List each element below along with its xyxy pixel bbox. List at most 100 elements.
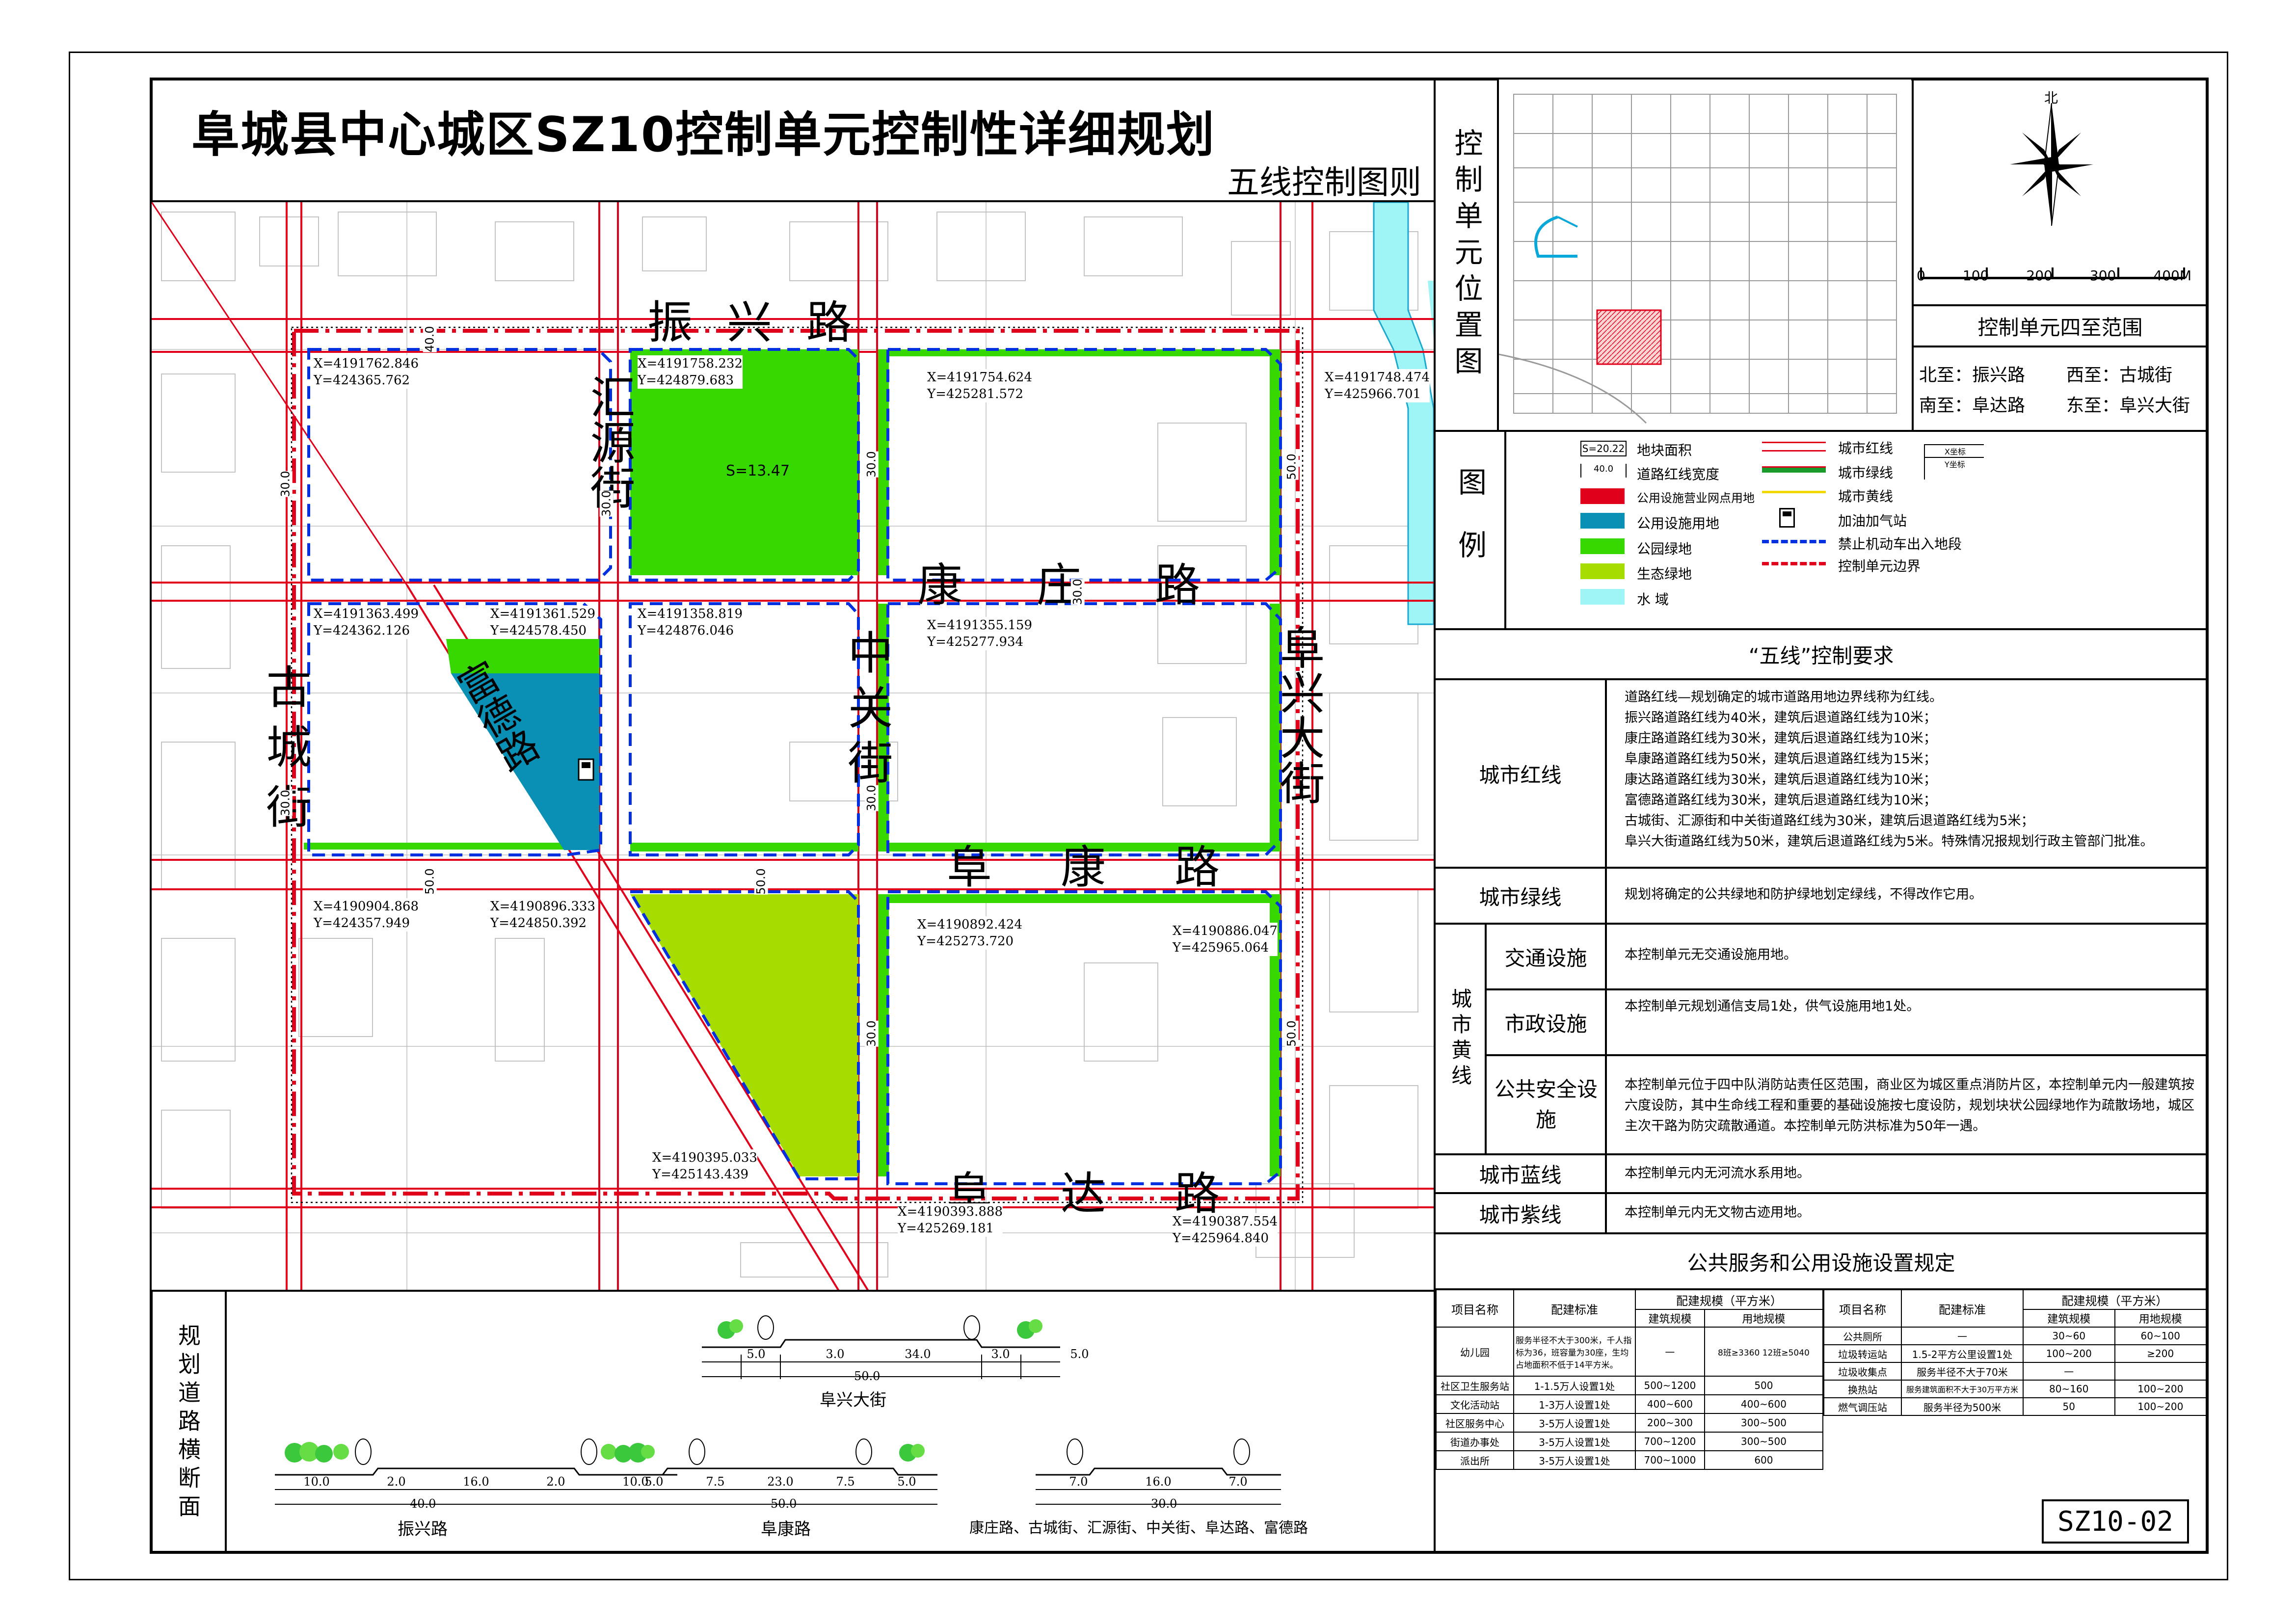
section-dims-fuxing: 5.0 3.0 34.0 3.0 5.0 [747, 1347, 1089, 1361]
coord-label: X=4190886.047 Y=425965.064 [1173, 923, 1278, 956]
table-header: 建筑规模 [2023, 1309, 2115, 1328]
coord-label: X=4191358.819 Y=424876.046 [638, 606, 743, 639]
table-row: 公共厕所 —30~60 60~100 [1823, 1327, 2207, 1345]
legend-swatch [1580, 589, 1625, 605]
table-header: 用地规模 [2114, 1309, 2207, 1328]
legend-label: 公园绿地 [1637, 541, 1692, 557]
table-row: 换热站 服务建筑面积不大于30万平方米 80~160 100~200 [1823, 1380, 2207, 1398]
legend-line [1762, 540, 1826, 543]
legend-label: 加油加气站 [1838, 513, 1907, 529]
drawing-number: SZ10-02 [2042, 1499, 2189, 1544]
coord-label: X=4190395.033 Y=425143.439 [652, 1149, 757, 1183]
table-header: 项目名称 [1823, 1289, 1902, 1328]
road-width-tag: 30.0 [1070, 579, 1085, 605]
coord-label: X=4191754.624 Y=425281.572 [927, 369, 1032, 402]
table-row: 社区服务中心 3-5万人设置1处 200~300 300~500 [1436, 1413, 1824, 1433]
road-width-tag: 50.0 [1284, 1020, 1299, 1047]
road-label-fuxing: 阜兴大街 [1272, 624, 1325, 805]
section-dims-zhenxing: 10.0 2.0 16.0 2.0 10.0 [303, 1475, 649, 1489]
legend-label: 公用设施营业网点用地 [1637, 491, 1755, 505]
planning-map: 振兴路 汇源街 康庄路 中关街 阜兴大街 古城街 阜康路 阜达路 富德路 S=1… [152, 202, 1434, 1291]
road-width-tag: 40.0 [423, 326, 437, 352]
table-header: 用地规模 [1704, 1309, 1824, 1328]
bound-east: 东至：阜兴大街 [2066, 396, 2190, 416]
gas-station-icon [578, 758, 594, 781]
divider [1912, 346, 2209, 347]
bound-south: 南至：阜达路 [1919, 396, 2026, 416]
legend-line [1762, 562, 1826, 565]
section-dims-others: 7.0 16.0 7.0 [1069, 1475, 1248, 1489]
section-name: 振兴路 [398, 1519, 448, 1539]
road-label-kangzhuang: 康庄路 [917, 559, 1274, 612]
legend-line [1762, 491, 1826, 493]
yellow-row-text: 本控制单元无交通设施用地。 [1625, 947, 1797, 962]
location-map-title: 控制单元位置图 [1449, 128, 1483, 382]
scale-labels: 0 100 200 300 400M [1917, 267, 2191, 284]
control-unit-location [1596, 309, 1662, 365]
location-map [1499, 80, 1911, 429]
legend-swatch [1580, 538, 1625, 554]
blue-line-text: 本控制单元内无河流水系用地。 [1625, 1166, 1810, 1181]
services-table-right: 项目名称 配建标准 配建规模（平方米） 建筑规模 用地规模 公共厕所 —30~60… [1823, 1289, 2207, 1416]
legend-line [1762, 442, 1826, 452]
road-label-fukang: 阜康路 [947, 841, 1289, 894]
road-label-zhongguan: 中关街 [840, 629, 893, 794]
legend-swatch [1580, 513, 1625, 529]
table-row: 垃圾转运站 1.5-2平方公里设置1处 100~200 ≥200 [1823, 1344, 2207, 1363]
yellow-row-text: 本控制单元位于四中队消防站责任区范围，商业区为城区重点消防片区，本控制单元内一般… [1625, 1077, 2194, 1134]
table-row: 幼儿园 服务半径不大于300米，千人指标为36，班容量为30座，生均占地面积不低… [1436, 1327, 1824, 1377]
table-header: 配建规模（平方米） [2023, 1289, 2207, 1310]
coord-label: X=4191758.232 Y=424879.683 [638, 355, 743, 389]
divider [150, 1290, 1436, 1292]
road-width-tag: 30.0 [278, 790, 293, 816]
legend-title: 图例 [1453, 467, 1487, 593]
divider [1434, 430, 2209, 432]
coord-sample: X坐标 Y坐标 [1924, 444, 1984, 479]
yellow-row-label: 公共安全设施 [1495, 1077, 1598, 1132]
table-row: 派出所 3-5万人设置1处 700~1000 600 [1436, 1450, 1824, 1470]
road-width-tag: 30.0 [599, 490, 614, 517]
coord-label: X=4191363.499 Y=424362.126 [314, 606, 419, 639]
coord-label: X=4190896.333 Y=424850.392 [490, 898, 595, 932]
page-title: 阜城县中心城区SZ10控制单元控制性详细规划 [191, 107, 1216, 163]
table-row: 垃圾收集点 服务半径不大于70米 — [1823, 1362, 2207, 1381]
tree-icons [285, 1315, 1250, 1465]
legend-label: 公用设施用地 [1637, 515, 1720, 532]
purple-line-text: 本控制单元内无文物古迹用地。 [1625, 1205, 1810, 1220]
red-line-text: 道路红线—规划确定的城市道路用地边界线称为红线。 振兴路道路红线为40米，建筑后… [1625, 690, 2154, 849]
table-header: 建筑规模 [1635, 1309, 1705, 1328]
road-width-tag: 50.0 [1284, 453, 1299, 480]
legend-swatch [1580, 563, 1625, 579]
road-label-huiyuan: 汇源街 [583, 374, 635, 509]
table-row: 文化活动站 1-3万人设置1处 400~600 400~600 [1436, 1394, 1824, 1414]
cross-section-drawing [275, 1315, 1281, 1505]
bound-west: 西至：古城街 [2066, 365, 2173, 385]
yellow-row-label: 交通设施 [1504, 946, 1587, 970]
section-total: 40.0 [410, 1497, 436, 1511]
green-line-label: 城市绿线 [1479, 885, 1562, 909]
divider [1605, 678, 1607, 1233]
coord-label: X=4191361.529 Y=424578.450 [490, 606, 595, 639]
parcel-area-label: S=13.47 [726, 462, 790, 479]
coord-label: X=4190387.554 Y=425964.840 [1173, 1213, 1278, 1247]
yellow-row-label: 市政设施 [1504, 1012, 1587, 1036]
road-width-tag: 50.0 [423, 868, 437, 895]
legend-swatch [1580, 488, 1625, 504]
section-name: 康庄路、古城街、汇源街、中关街、阜达路、富德路 [969, 1519, 1308, 1537]
divider [1504, 430, 1506, 628]
table-row: 燃气调压站 服务半径为500米 50 100~200 [1823, 1397, 2207, 1416]
legend-label: 生态绿地 [1637, 566, 1692, 582]
road-label-zhenxing: 振兴路 [647, 296, 886, 349]
legend-label: 城市黄线 [1838, 488, 1894, 505]
road-width-tag: 30.0 [864, 785, 879, 811]
legend-label: 地块面积 [1637, 442, 1692, 458]
section-total: 50.0 [854, 1369, 881, 1383]
section-total: 50.0 [771, 1497, 797, 1511]
coord-label: X=4190393.888 Y=425269.181 [898, 1203, 1003, 1237]
legend-label: 城市绿线 [1838, 465, 1894, 481]
legend-label: 禁止机动车出入地段 [1838, 536, 1962, 552]
purple-line-label: 城市紫线 [1479, 1202, 1562, 1227]
cross-section-title: 规划道路横断面 [175, 1324, 201, 1523]
coord-label: X=4191355.159 Y=425277.934 [927, 617, 1032, 650]
road-width-tag: 30.0 [864, 451, 879, 478]
